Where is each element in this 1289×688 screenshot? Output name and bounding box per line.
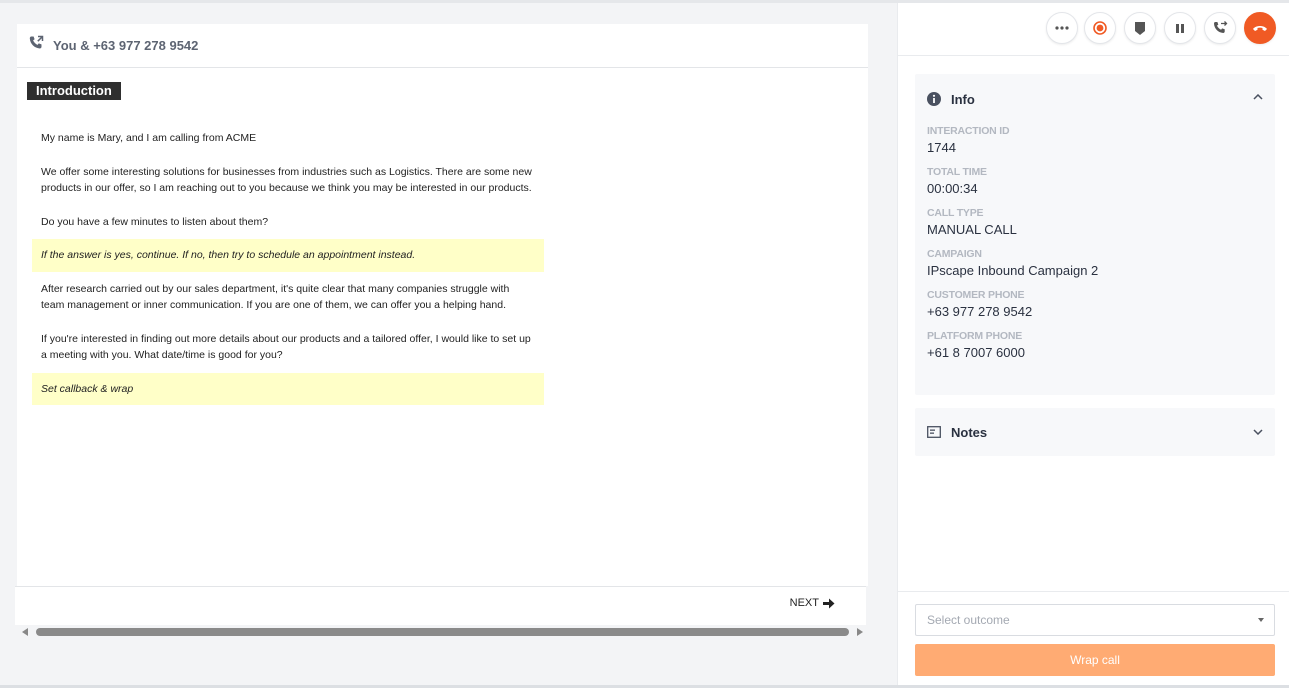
field-label: CUSTOMER PHONE: [927, 289, 1025, 301]
transfer-button[interactable]: [1204, 12, 1236, 44]
field-value: +61 8 7007 6000: [927, 345, 1025, 360]
field-label: CAMPAIGN: [927, 248, 982, 260]
script-header: You & +63 977 278 9542: [17, 24, 868, 68]
notes-card-header[interactable]: Notes: [915, 408, 1275, 456]
chevron-down-icon[interactable]: [1253, 429, 1263, 435]
script-paragraph: If you're interested in finding out more…: [41, 332, 531, 362]
field-value: IPscape Inbound Campaign 2: [927, 263, 1099, 278]
arrow-right-icon: [823, 598, 835, 608]
script-instruction-note: If the answer is yes, continue. If no, t…: [32, 239, 544, 272]
info-field-customer-phone: CUSTOMER PHONE +63 977 278 9542: [915, 289, 1275, 321]
next-label: NEXT: [789, 597, 819, 609]
chevron-up-icon[interactable]: [1253, 94, 1263, 100]
more-options-button[interactable]: [1046, 12, 1078, 44]
script-panel: You & +63 977 278 9542 Introduction My n…: [17, 24, 868, 586]
tag-button[interactable]: [1124, 12, 1156, 44]
script-paragraph: Do you have a few minutes to listen abou…: [41, 215, 269, 228]
transfer-icon: [1214, 21, 1228, 33]
call-toolbar: [898, 3, 1289, 56]
call-participants-title: You & +63 977 278 9542: [53, 38, 199, 53]
field-value: 1744: [927, 140, 956, 155]
script-paragraph: After research carried out by our sales …: [41, 282, 510, 312]
info-field-total-time: TOTAL TIME 00:00:34: [915, 166, 1275, 198]
record-icon: [1093, 21, 1107, 35]
info-fields: INTERACTION ID 1744 TOTAL TIME 00:00:34 …: [915, 125, 1275, 362]
info-field-platform-phone: PLATFORM PHONE +61 8 7007 6000: [915, 330, 1275, 362]
info-card: Info INTERACTION ID 1744 TOTAL TIME 00:0…: [915, 74, 1275, 395]
notes-title: Notes: [951, 424, 988, 440]
info-field-call-type: CALL TYPE MANUAL CALL: [915, 207, 1275, 239]
field-value: MANUAL CALL: [927, 222, 1017, 237]
field-label: PLATFORM PHONE: [927, 330, 1023, 342]
hangup-button[interactable]: [1244, 12, 1276, 44]
tag-icon: [1135, 21, 1145, 35]
field-label: TOTAL TIME: [927, 166, 987, 178]
record-button[interactable]: [1084, 12, 1116, 44]
field-label: INTERACTION ID: [927, 125, 1010, 137]
info-field-interaction-id: INTERACTION ID 1744: [915, 125, 1275, 157]
notes-card: Notes: [915, 408, 1275, 456]
call-icon: [28, 35, 44, 56]
info-title: Info: [951, 91, 975, 107]
scrollbar-thumb[interactable]: [36, 628, 849, 636]
script-paragraph: We offer some interesting solutions for …: [41, 165, 532, 195]
script-body: My name is Mary, and I am calling from A…: [32, 130, 544, 414]
script-instruction-note: Set callback & wrap: [32, 372, 544, 405]
outcome-select[interactable]: Select outcome: [915, 604, 1275, 636]
wrap-call-button[interactable]: Wrap call: [915, 644, 1275, 676]
info-icon: [927, 92, 941, 106]
field-label: CALL TYPE: [927, 207, 984, 219]
outcome-placeholder: Select outcome: [927, 613, 1010, 627]
info-field-campaign: CAMPAIGN IPscape Inbound Campaign 2: [915, 248, 1275, 280]
field-value: +63 977 278 9542: [927, 304, 1033, 319]
section-title: Introduction: [27, 82, 121, 100]
caret-down-icon: [1258, 618, 1264, 622]
script-navigation-bar: NEXT: [15, 586, 866, 625]
info-card-header[interactable]: Info: [915, 74, 1275, 124]
more-icon: [1055, 26, 1069, 30]
notes-icon: [927, 426, 941, 438]
script-paragraph: My name is Mary, and I am calling from A…: [41, 132, 257, 144]
pause-icon: [1176, 23, 1184, 33]
wrap-footer: Select outcome Wrap call: [898, 591, 1289, 685]
next-button[interactable]: NEXT: [790, 597, 835, 609]
field-value: 00:00:34: [927, 181, 978, 196]
hold-button[interactable]: [1164, 12, 1196, 44]
call-details-panel: Info INTERACTION ID 1744 TOTAL TIME 00:0…: [897, 3, 1289, 685]
horizontal-scrollbar[interactable]: [22, 627, 863, 639]
scroll-right-icon[interactable]: [857, 628, 863, 636]
scroll-left-icon[interactable]: [22, 628, 28, 636]
hangup-icon: [1253, 26, 1267, 31]
